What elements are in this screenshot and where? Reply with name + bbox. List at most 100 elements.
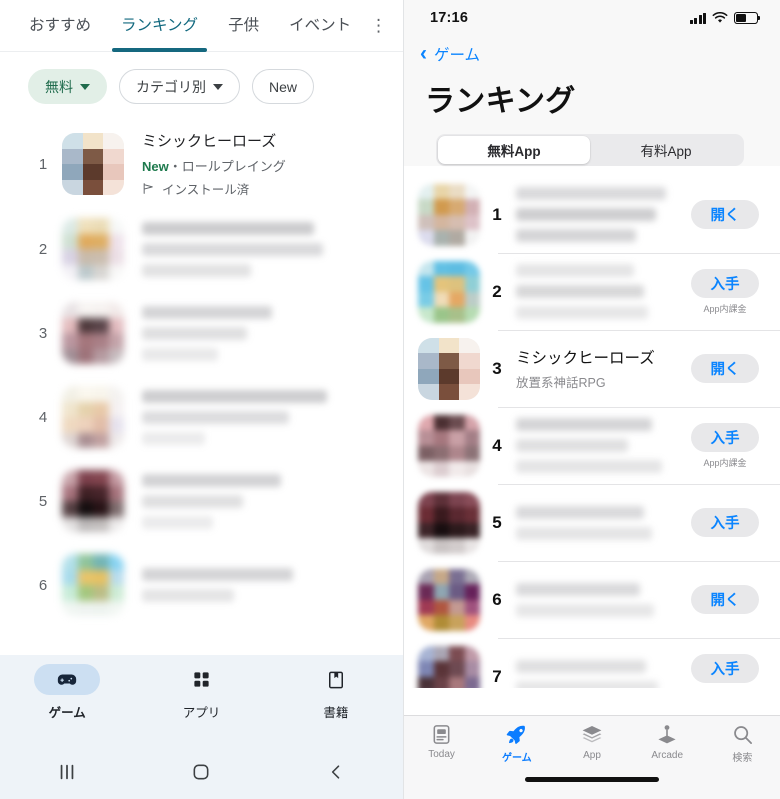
segmented-control: 無料App 有料App bbox=[436, 134, 744, 166]
tab-search[interactable]: 検索 bbox=[705, 723, 780, 777]
list-item[interactable]: 6 開く bbox=[404, 561, 780, 638]
rank-number: 4 bbox=[492, 435, 502, 455]
chip-category[interactable]: カテゴリ別 bbox=[119, 69, 240, 104]
list-item[interactable]: 5 入手 bbox=[404, 484, 780, 561]
get-button[interactable]: 入手 bbox=[691, 653, 759, 683]
get-button[interactable]: 入手 bbox=[691, 508, 759, 537]
tab-games[interactable]: ゲーム bbox=[479, 723, 554, 777]
app-action-area: 開く bbox=[686, 200, 764, 229]
table-row[interactable]: 2 bbox=[0, 207, 403, 291]
segment-paid-apps[interactable]: 有料App bbox=[590, 136, 742, 164]
app-info: ミシックヒーローズ 放置系神話RPG bbox=[510, 346, 686, 391]
tab-ranking[interactable]: ランキング bbox=[106, 0, 213, 52]
open-button[interactable]: 開く bbox=[691, 200, 759, 229]
app-icon bbox=[418, 645, 480, 688]
grid-icon bbox=[168, 664, 234, 695]
android-tab-bar: おすすめ ランキング 子供 イベント ⋮ bbox=[0, 0, 403, 52]
app-info bbox=[142, 473, 403, 529]
app-title: ミシックヒーローズ bbox=[516, 350, 655, 367]
ios-tab-bar: Today ゲーム App Arcade 検索 bbox=[404, 715, 780, 799]
app-info bbox=[510, 187, 686, 242]
rank-number: 1 bbox=[38, 155, 48, 173]
table-row[interactable]: 3 bbox=[0, 291, 403, 375]
dual-screenshot-root: おすすめ ランキング 子供 イベント ⋮ 無料 カテゴリ別 New 1 ミシックヒ… bbox=[0, 0, 780, 799]
open-button[interactable]: 開く bbox=[691, 585, 759, 614]
tab-overflow-icon[interactable]: ⋮ bbox=[366, 0, 380, 52]
chip-free-label: 無料 bbox=[45, 78, 73, 95]
tab-app[interactable]: App bbox=[554, 723, 629, 777]
table-row[interactable]: 6 bbox=[0, 543, 403, 627]
android-system-nav bbox=[0, 745, 403, 799]
bottom-nav-books[interactable]: 書籍 bbox=[269, 664, 403, 745]
rank-number: 7 bbox=[492, 666, 502, 686]
tab-arcade[interactable]: Arcade bbox=[630, 723, 705, 777]
get-button[interactable]: 入手 bbox=[691, 268, 759, 298]
back-icon[interactable] bbox=[269, 745, 403, 799]
rank-number: 5 bbox=[492, 512, 502, 532]
segment-free-apps[interactable]: 無料App bbox=[438, 136, 590, 164]
rank-number: 1 bbox=[492, 204, 502, 224]
open-button[interactable]: 開く bbox=[691, 354, 759, 383]
chip-new-label: New bbox=[269, 78, 298, 95]
chevron-down-icon bbox=[80, 83, 90, 90]
tab-games-label: ゲーム bbox=[501, 753, 532, 764]
table-row[interactable]: 4 bbox=[0, 375, 403, 459]
app-info: ミシックヒーローズ New・ロールプレイング インストール済 bbox=[142, 130, 403, 198]
table-row[interactable]: 1 ミシックヒーローズ New・ロールプレイング インストール済 bbox=[0, 121, 403, 207]
rank-number: 2 bbox=[492, 281, 502, 301]
app-icon bbox=[418, 414, 480, 477]
get-button[interactable]: 入手 bbox=[691, 422, 759, 452]
list-item[interactable]: 7 入手 App内課金 bbox=[404, 638, 780, 688]
ios-status-bar: 17:16 bbox=[404, 0, 780, 36]
app-icon bbox=[62, 302, 124, 364]
tab-kids[interactable]: 子供 bbox=[213, 0, 274, 52]
back-button-label: ゲーム bbox=[434, 47, 481, 64]
app-info bbox=[510, 418, 686, 473]
in-app-purchase-label: App内課金 bbox=[703, 687, 746, 689]
tab-today[interactable]: Today bbox=[404, 723, 479, 777]
gamepad-icon bbox=[34, 664, 101, 695]
tab-search-label: 検索 bbox=[732, 753, 753, 764]
wifi-icon bbox=[712, 12, 728, 23]
bottom-nav-games[interactable]: ゲーム bbox=[0, 664, 134, 745]
app-icon bbox=[418, 183, 480, 246]
bottom-nav-games-label: ゲーム bbox=[48, 706, 86, 720]
back-button[interactable]: ‹ ゲーム bbox=[420, 40, 760, 68]
bottom-nav-apps[interactable]: アプリ bbox=[134, 664, 268, 745]
app-icon bbox=[418, 568, 480, 631]
tab-event[interactable]: イベント bbox=[274, 0, 366, 52]
app-icon bbox=[62, 386, 124, 448]
app-info bbox=[142, 221, 403, 277]
signal-icon bbox=[689, 12, 706, 24]
home-indicator bbox=[404, 777, 780, 799]
app-icon bbox=[62, 470, 124, 532]
ios-ranking-list-wrapper[interactable]: 1 開く 2 入手 App内課金 3 ミシックヒーローズ 放置系神話RPG 開く 4 入手 App内課… bbox=[404, 176, 780, 688]
recents-icon[interactable] bbox=[0, 745, 134, 799]
home-icon[interactable] bbox=[134, 745, 268, 799]
list-item[interactable]: 2 入手 App内課金 bbox=[404, 253, 780, 330]
rank-number: 3 bbox=[38, 324, 48, 342]
android-bottom-area: ゲーム アプリ 書籍 bbox=[0, 655, 403, 799]
tab-osusume[interactable]: おすすめ bbox=[14, 0, 106, 52]
bottom-nav-apps-label: アプリ bbox=[182, 706, 221, 720]
table-row[interactable]: 5 bbox=[0, 459, 403, 543]
chip-new[interactable]: New bbox=[252, 69, 315, 104]
chip-free[interactable]: 無料 bbox=[28, 69, 107, 104]
status-icons bbox=[689, 12, 761, 24]
app-icon bbox=[62, 218, 124, 280]
list-item[interactable]: 4 入手 App内課金 bbox=[404, 407, 780, 484]
list-item[interactable]: 3 ミシックヒーローズ 放置系神話RPG 開く bbox=[404, 330, 780, 407]
app-subtitle: 放置系神話RPG bbox=[516, 376, 606, 390]
list-item[interactable]: 1 開く bbox=[404, 176, 780, 253]
app-action-area: 入手 bbox=[686, 508, 764, 537]
app-action-area: 入手 App内課金 bbox=[686, 268, 764, 315]
app-subtitle: New・ロールプレイング bbox=[142, 156, 403, 175]
ios-app-store-panel: 17:16 ‹ ゲーム ランキング 無料App 有料App 1 開く 2 入手 … bbox=[404, 0, 780, 799]
app-action-area: 入手 App内課金 bbox=[686, 653, 764, 689]
rank-number: 6 bbox=[492, 589, 502, 609]
installed-check-icon bbox=[143, 183, 153, 194]
android-ranking-list: 1 ミシックヒーローズ New・ロールプレイング インストール済 2 3 4 5 6 bbox=[0, 121, 403, 627]
installed-label: インストール済 bbox=[162, 183, 250, 197]
app-icon bbox=[418, 491, 480, 554]
chevron-left-icon: ‹ bbox=[420, 41, 427, 65]
